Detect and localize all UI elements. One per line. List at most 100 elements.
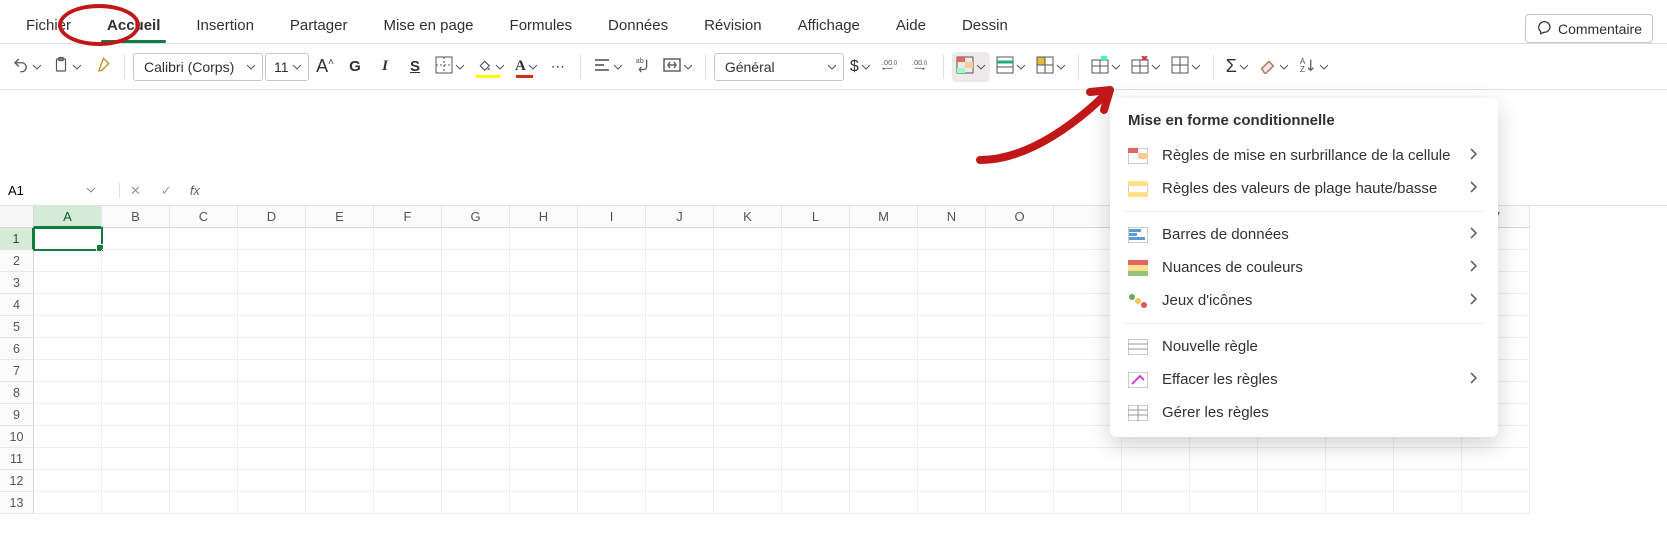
column-header[interactable]: J [646, 206, 714, 228]
undo-button[interactable] [8, 52, 46, 82]
column-header[interactable]: L [782, 206, 850, 228]
tab-mise-en-page[interactable]: Mise en page [365, 7, 491, 43]
cell[interactable] [306, 404, 374, 426]
cf-top-bottom-rules[interactable]: Règles des valeurs de plage haute/basse [1110, 172, 1498, 205]
cell[interactable] [1394, 448, 1462, 470]
cell[interactable] [442, 316, 510, 338]
column-header[interactable]: G [442, 206, 510, 228]
cell[interactable] [102, 404, 170, 426]
font-color-button[interactable]: A [511, 52, 542, 82]
cell[interactable] [170, 294, 238, 316]
cell[interactable] [102, 470, 170, 492]
cell[interactable] [850, 294, 918, 316]
cell[interactable] [714, 228, 782, 250]
cell[interactable] [986, 272, 1054, 294]
cell[interactable] [782, 272, 850, 294]
cell[interactable] [170, 382, 238, 404]
comments-button[interactable]: Commentaire [1525, 14, 1653, 43]
cell[interactable] [374, 250, 442, 272]
cell[interactable] [986, 404, 1054, 426]
cell[interactable] [714, 426, 782, 448]
tab-aide[interactable]: Aide [878, 7, 944, 43]
cell[interactable] [238, 448, 306, 470]
cell[interactable] [170, 250, 238, 272]
cell[interactable] [238, 492, 306, 514]
cell[interactable] [1190, 448, 1258, 470]
sort-filter-button[interactable]: AZ [1295, 52, 1333, 82]
increase-font-button[interactable]: A˄ [311, 52, 339, 82]
cell[interactable] [442, 250, 510, 272]
cell[interactable] [782, 316, 850, 338]
cell[interactable] [238, 228, 306, 250]
cell[interactable] [918, 448, 986, 470]
underline-button[interactable]: S [401, 52, 429, 82]
cell[interactable] [578, 360, 646, 382]
cell[interactable] [850, 404, 918, 426]
cell[interactable] [986, 382, 1054, 404]
cell[interactable] [1326, 492, 1394, 514]
cell[interactable] [102, 360, 170, 382]
autosum-button[interactable]: Σ [1222, 52, 1253, 82]
cell[interactable] [918, 404, 986, 426]
cell[interactable] [986, 228, 1054, 250]
cell[interactable] [102, 338, 170, 360]
cell[interactable] [238, 316, 306, 338]
italic-button[interactable]: I [371, 52, 399, 82]
cell[interactable] [918, 470, 986, 492]
cell[interactable] [442, 404, 510, 426]
align-left-button[interactable] [589, 52, 627, 82]
cell[interactable] [374, 382, 442, 404]
cf-color-scales[interactable]: Nuances de couleurs [1110, 251, 1498, 284]
cell[interactable] [782, 294, 850, 316]
cell[interactable] [306, 448, 374, 470]
cell[interactable] [578, 272, 646, 294]
cell[interactable] [34, 492, 102, 514]
cell[interactable] [646, 492, 714, 514]
cell[interactable] [986, 448, 1054, 470]
cell[interactable] [238, 360, 306, 382]
cell[interactable] [34, 360, 102, 382]
cell[interactable] [986, 250, 1054, 272]
cell[interactable] [578, 404, 646, 426]
column-header[interactable]: B [102, 206, 170, 228]
cell[interactable] [646, 470, 714, 492]
cell[interactable] [850, 492, 918, 514]
cell[interactable] [850, 316, 918, 338]
cf-new-rule[interactable]: Nouvelle règle [1110, 330, 1498, 363]
fill-color-button[interactable] [471, 52, 509, 82]
cell[interactable] [1258, 492, 1326, 514]
cell[interactable] [578, 470, 646, 492]
cell[interactable] [170, 404, 238, 426]
font-size-select[interactable]: 11 [265, 53, 309, 81]
cell[interactable] [442, 294, 510, 316]
cell[interactable] [306, 250, 374, 272]
tab-partager[interactable]: Partager [272, 7, 366, 43]
cell[interactable] [306, 338, 374, 360]
enter-formula-button[interactable]: ✓ [151, 183, 182, 199]
cell[interactable] [34, 448, 102, 470]
cell[interactable] [306, 382, 374, 404]
cell[interactable] [34, 272, 102, 294]
paste-button[interactable] [48, 52, 86, 82]
cell[interactable] [238, 272, 306, 294]
cell[interactable] [374, 470, 442, 492]
cell[interactable] [578, 294, 646, 316]
insert-cells-button[interactable] [1087, 52, 1125, 82]
cell[interactable] [1462, 448, 1530, 470]
cell[interactable] [34, 316, 102, 338]
row-header[interactable]: 8 [0, 382, 34, 404]
cell[interactable] [782, 250, 850, 272]
cf-icon-sets[interactable]: Jeux d'icônes [1110, 284, 1498, 317]
cell[interactable] [646, 404, 714, 426]
cell[interactable] [102, 382, 170, 404]
cell[interactable] [646, 316, 714, 338]
cf-data-bars[interactable]: Barres de données [1110, 218, 1498, 251]
cell[interactable] [510, 382, 578, 404]
row-header[interactable]: 1 [0, 228, 34, 250]
cell[interactable] [102, 250, 170, 272]
column-header[interactable]: H [510, 206, 578, 228]
cell[interactable] [442, 448, 510, 470]
format-cells-button[interactable] [1167, 52, 1205, 82]
cell[interactable] [782, 448, 850, 470]
merge-center-button[interactable] [659, 52, 697, 82]
